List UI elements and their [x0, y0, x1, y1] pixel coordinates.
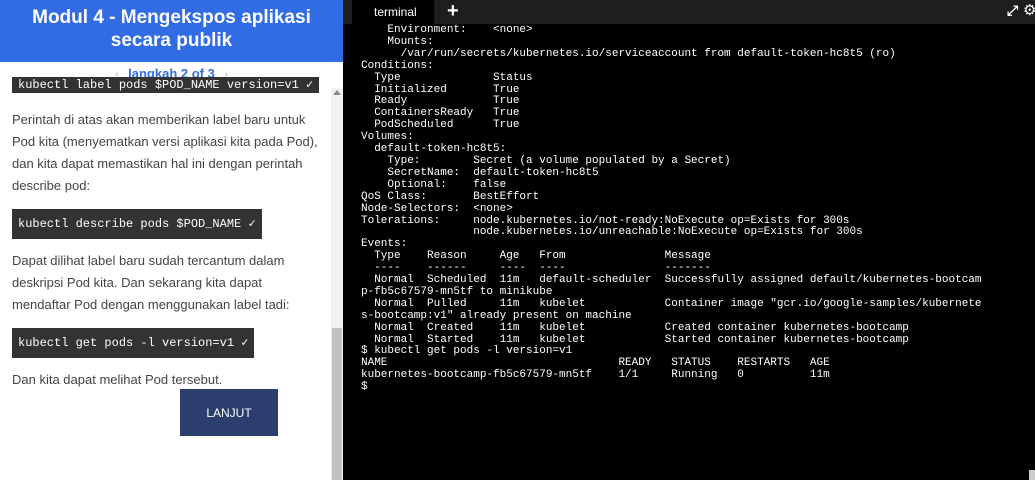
label-command-block[interactable]: kubectl label pods $POD_NAME version=v1 …: [12, 77, 320, 93]
next-button[interactable]: LANJUT: [180, 389, 278, 436]
module-title: Modul 4 - Mengekspos aplikasi secara pub…: [0, 0, 343, 62]
terminal-tab-bar: terminal + ⤢ ⚙: [343, 0, 1035, 24]
paragraph-1: Perintah di atas akan memberikan label b…: [12, 112, 318, 193]
paragraph-2: Dapat dilihat label baru sudah tercantum…: [12, 253, 290, 312]
fullscreen-icon[interactable]: ⤢: [1007, 2, 1018, 19]
tutorial-panel: Modul 4 - Mengekspos aplikasi secara pub…: [0, 0, 343, 480]
terminal-cursor: [1029, 470, 1035, 480]
describe-command-block[interactable]: kubectl describe pods $POD_NAME ✓: [12, 209, 262, 239]
get-pods-command-block[interactable]: kubectl get pods -l version=v1 ✓: [12, 328, 255, 358]
terminal-panel[interactable]: terminal + ⤢ ⚙ Environment: <none> Mount…: [343, 0, 1035, 480]
scrollbar-thumb[interactable]: [332, 328, 342, 480]
tutorial-content: kubectl label pods $POD_NAME version=v1 …: [12, 77, 322, 391]
paragraph-3: Dan kita dapat melihat Pod tersebut.: [12, 372, 223, 387]
scrollbar[interactable]: [331, 88, 343, 480]
terminal-output[interactable]: Environment: <none> Mounts: /var/run/sec…: [361, 24, 1035, 394]
scroll-up-icon[interactable]: [333, 90, 341, 95]
terminal-tab[interactable]: terminal: [352, 0, 434, 24]
new-tab-icon[interactable]: +: [447, 0, 459, 22]
settings-icon[interactable]: ⚙: [1023, 1, 1035, 19]
